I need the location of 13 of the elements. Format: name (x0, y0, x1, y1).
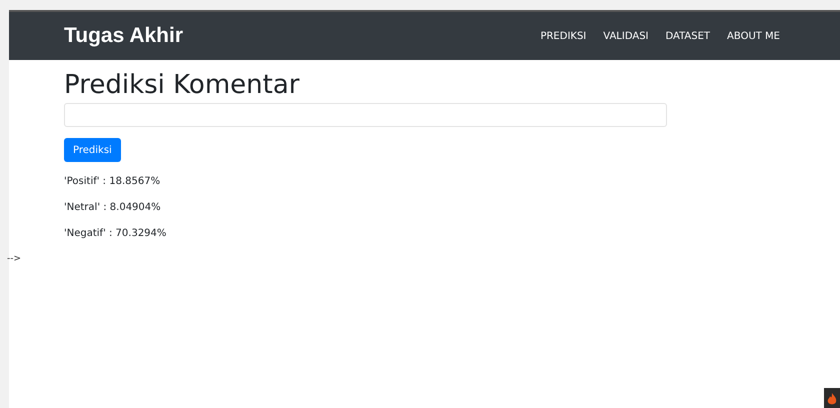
predict-button[interactable]: Prediksi (64, 138, 121, 162)
prediction-result: 'Negatif' : 70.3294% (64, 228, 168, 240)
nav-link[interactable]: ABOUT ME (727, 30, 780, 42)
comment-input-field[interactable] (64, 103, 667, 127)
nav-link[interactable]: VALIDASI (603, 30, 648, 42)
prediction-result: 'Positif' : 18.8567% (64, 176, 162, 188)
stray-text: --> (7, 254, 22, 264)
page-heading: Prediksi Komentar (64, 69, 300, 102)
nav-link[interactable]: PREDIKSI (540, 30, 586, 42)
brand-title[interactable]: Tugas Akhir (64, 24, 184, 48)
prediction-result: 'Netral' : 8.04904% (64, 202, 162, 214)
flame-icon[interactable] (824, 388, 840, 408)
nav-link[interactable]: DATASET (666, 30, 710, 42)
